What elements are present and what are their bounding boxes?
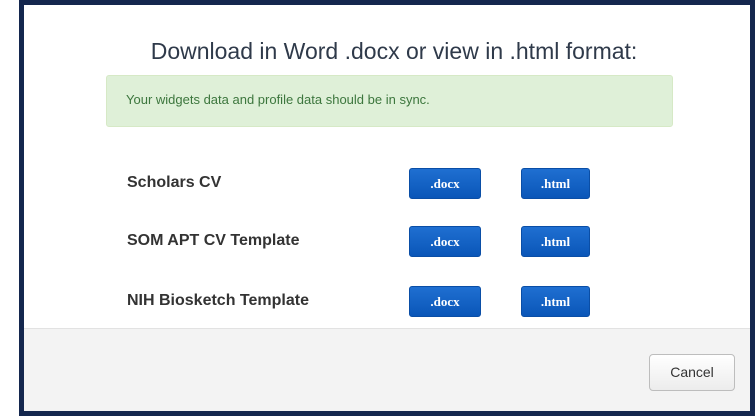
som-apt-cv-docx-button[interactable]: .docx <box>409 226 481 257</box>
som-apt-cv-html-button[interactable]: .html <box>521 226 590 257</box>
cv-name-label: SOM APT CV Template <box>127 232 300 249</box>
scholars-cv-html-button[interactable]: .html <box>521 168 590 199</box>
cancel-button[interactable]: Cancel <box>649 354 735 391</box>
cv-row-scholars-cv: Scholars CV .docx .html <box>24 165 750 201</box>
sync-alert: Your widgets data and profile data shoul… <box>106 75 673 127</box>
scholars-cv-docx-button[interactable]: .docx <box>409 168 481 199</box>
cv-name-label: Scholars CV <box>127 174 222 191</box>
cv-row-som-apt-cv-template: SOM APT CV Template .docx .html <box>24 223 750 259</box>
modal-footer: Cancel <box>24 328 750 411</box>
cv-row-nih-biosketch-template: NIH Biosketch Template .docx .html <box>24 283 750 319</box>
modal-title: Download in Word .docx or view in .html … <box>150 38 638 64</box>
cv-name-label: NIH Biosketch Template <box>127 292 309 309</box>
download-cv-modal: Download in Word .docx or view in .html … <box>19 0 755 416</box>
nih-biosketch-docx-button[interactable]: .docx <box>409 286 481 317</box>
nih-biosketch-html-button[interactable]: .html <box>521 286 590 317</box>
